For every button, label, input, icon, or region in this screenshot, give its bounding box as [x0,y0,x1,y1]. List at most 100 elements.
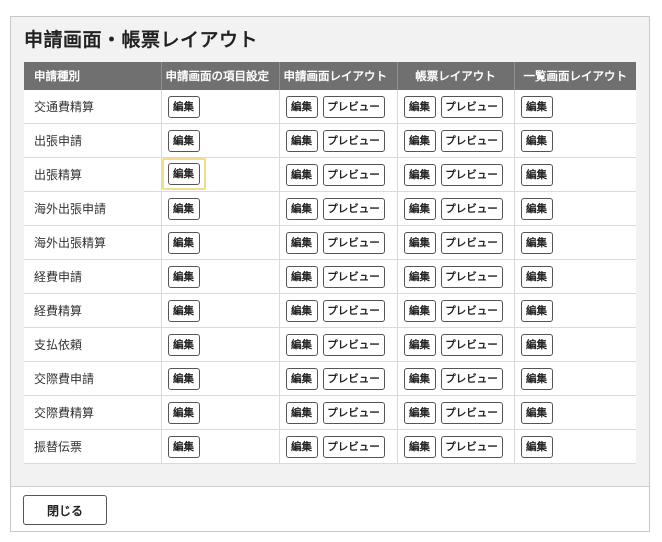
field-settings-edit-button[interactable]: 編集 [167,367,200,390]
form-layout-edit-button[interactable]: 編集 [285,367,318,390]
report-layout-cell: 編集 プレビュー [397,429,515,464]
form-layout-preview-button[interactable]: プレビュー [322,197,385,220]
report-layout-cell: 編集 プレビュー [397,225,515,260]
report-layout-cell: 編集 プレビュー [397,361,515,396]
table-row: 出張精算 編集 編集 プレビュー 編集 プレビュー 編集 [24,157,636,192]
form-layout-cell: 編集 プレビュー [279,327,398,362]
list-layout-cell: 編集 [514,429,636,464]
list-layout-cell: 編集 [514,225,636,260]
field-settings-edit-button[interactable]: 編集 [167,333,200,356]
form-layout-edit-button[interactable]: 編集 [285,401,318,424]
field-settings-edit-button[interactable]: 編集 [167,231,200,254]
report-layout-preview-button[interactable]: プレビュー [440,129,503,152]
field-settings-cell: 編集 [161,191,280,226]
form-layout-preview-button[interactable]: プレビュー [322,163,385,186]
field-settings-edit-button[interactable]: 編集 [167,129,200,152]
report-layout-edit-button[interactable]: 編集 [403,163,436,186]
application-type-cell: 支払依頼 [24,327,162,362]
form-layout-edit-button[interactable]: 編集 [285,197,318,220]
list-layout-edit-button[interactable]: 編集 [520,231,553,254]
field-settings-edit-button[interactable]: 編集 [167,197,200,220]
application-type-cell: 出張精算 [24,157,162,192]
report-layout-edit-button[interactable]: 編集 [403,333,436,356]
report-layout-preview-button[interactable]: プレビュー [440,401,503,424]
report-layout-edit-button[interactable]: 編集 [403,265,436,288]
report-layout-edit-button[interactable]: 編集 [403,129,436,152]
report-layout-edit-button[interactable]: 編集 [403,367,436,390]
list-layout-edit-button[interactable]: 編集 [520,129,553,152]
form-layout-edit-button[interactable]: 編集 [285,265,318,288]
form-layout-preview-button[interactable]: プレビュー [322,299,385,322]
field-settings-edit-button[interactable]: 編集 [167,265,200,288]
table-row: 経費精算 編集 編集 プレビュー 編集 プレビュー 編集 [24,293,636,328]
report-layout-preview-button[interactable]: プレビュー [440,95,503,118]
report-layout-edit-button[interactable]: 編集 [403,299,436,322]
report-layout-edit-button[interactable]: 編集 [403,435,436,458]
table-header-row: 申請種別 申請画面の項目設定 申請画面レイアウト 帳票レイアウト 一覧画面レイア… [24,62,636,90]
application-type-cell: 交通費精算 [24,90,162,124]
report-layout-cell: 編集 プレビュー [397,327,515,362]
application-type-cell: 経費申請 [24,259,162,294]
list-layout-cell: 編集 [514,293,636,328]
form-layout-cell: 編集 プレビュー [279,293,398,328]
form-layout-edit-button[interactable]: 編集 [285,129,318,152]
form-layout-preview-button[interactable]: プレビュー [322,129,385,152]
report-layout-preview-button[interactable]: プレビュー [440,163,503,186]
header-report-layout: 帳票レイアウト [397,62,515,90]
dialog-footer: 閉じる [11,486,649,531]
form-layout-edit-button[interactable]: 編集 [285,163,318,186]
application-type-cell: 交際費申請 [24,361,162,396]
form-layout-cell: 編集 プレビュー [279,429,398,464]
form-layout-edit-button[interactable]: 編集 [285,333,318,356]
report-layout-preview-button[interactable]: プレビュー [440,197,503,220]
list-layout-edit-button[interactable]: 編集 [520,401,553,424]
field-settings-edit-button[interactable]: 編集 [167,163,200,185]
field-settings-edit-button[interactable]: 編集 [167,95,200,118]
report-layout-edit-button[interactable]: 編集 [403,95,436,118]
report-layout-preview-button[interactable]: プレビュー [440,367,503,390]
form-layout-preview-button[interactable]: プレビュー [322,231,385,254]
list-layout-edit-button[interactable]: 編集 [520,367,553,390]
form-layout-cell: 編集 プレビュー [279,123,398,158]
list-layout-edit-button[interactable]: 編集 [520,333,553,356]
field-settings-edit-button[interactable]: 編集 [167,401,200,424]
list-layout-edit-button[interactable]: 編集 [520,95,553,118]
form-layout-preview-button[interactable]: プレビュー [322,367,385,390]
field-settings-edit-button[interactable]: 編集 [167,435,200,458]
list-layout-cell: 編集 [514,123,636,158]
form-layout-cell: 編集 プレビュー [279,157,398,192]
list-layout-edit-button[interactable]: 編集 [520,197,553,220]
field-settings-cell: 編集 [161,123,280,158]
list-layout-edit-button[interactable]: 編集 [520,435,553,458]
table-body: 交通費精算 編集 編集 プレビュー 編集 プレビュー 編集 出張申請 編集 編集 プレビュー 編集 プレ… [24,90,636,464]
form-layout-preview-button[interactable]: プレビュー [322,333,385,356]
report-layout-preview-button[interactable]: プレビュー [440,333,503,356]
form-layout-preview-button[interactable]: プレビュー [322,265,385,288]
form-layout-edit-button[interactable]: 編集 [285,231,318,254]
report-layout-preview-button[interactable]: プレビュー [440,299,503,322]
form-layout-cell: 編集 プレビュー [279,259,398,294]
form-layout-cell: 編集 プレビュー [279,225,398,260]
form-layout-edit-button[interactable]: 編集 [285,299,318,322]
table-row: 支払依頼 編集 編集 プレビュー 編集 プレビュー 編集 [24,327,636,362]
report-layout-preview-button[interactable]: プレビュー [440,435,503,458]
form-layout-edit-button[interactable]: 編集 [285,435,318,458]
list-layout-edit-button[interactable]: 編集 [520,265,553,288]
report-layout-preview-button[interactable]: プレビュー [440,231,503,254]
form-layout-preview-button[interactable]: プレビュー [322,435,385,458]
field-settings-edit-button[interactable]: 編集 [167,299,200,322]
form-layout-preview-button[interactable]: プレビュー [322,95,385,118]
close-button[interactable]: 閉じる [23,495,107,525]
form-layout-preview-button[interactable]: プレビュー [322,401,385,424]
table-row: 経費申請 編集 編集 プレビュー 編集 プレビュー 編集 [24,259,636,294]
field-settings-cell: 編集 [161,157,280,192]
list-layout-edit-button[interactable]: 編集 [520,163,553,186]
report-layout-edit-button[interactable]: 編集 [403,197,436,220]
report-layout-edit-button[interactable]: 編集 [403,401,436,424]
list-layout-edit-button[interactable]: 編集 [520,299,553,322]
layout-table-wrapper: 申請種別 申請画面の項目設定 申請画面レイアウト 帳票レイアウト 一覧画面レイア… [24,62,636,464]
report-layout-edit-button[interactable]: 編集 [403,231,436,254]
report-layout-preview-button[interactable]: プレビュー [440,265,503,288]
form-layout-edit-button[interactable]: 編集 [285,95,318,118]
table-row: 出張申請 編集 編集 プレビュー 編集 プレビュー 編集 [24,123,636,158]
